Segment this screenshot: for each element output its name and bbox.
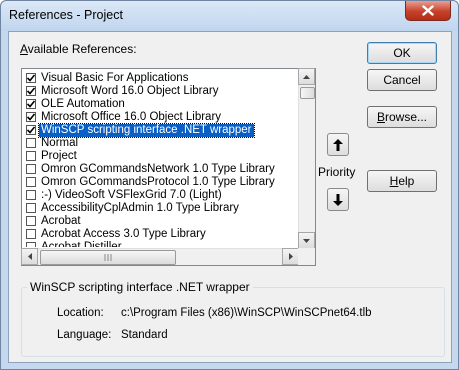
reference-list-item[interactable]: Microsoft Word 16.0 Object Library [23,85,299,98]
reference-item-label: Omron GCommandsProtocol 1.0 Type Library [41,176,275,188]
reference-list-item[interactable]: Acrobat [23,215,299,228]
horizontal-scrollbar[interactable] [21,248,299,265]
grip-icon [104,254,111,261]
close-button[interactable] [405,1,451,21]
reference-checkbox[interactable] [26,177,36,187]
arrow-up-icon [333,138,343,151]
location-value: c:\Program Files (x86)\WinSCP\WinSCPnet6… [121,307,372,319]
reference-list-item[interactable]: WinSCP scripting interface .NET wrapper [23,123,299,138]
language-label: Language: [57,329,112,341]
reference-item-label: Acrobat Distiller [41,241,122,247]
reference-checkbox[interactable] [26,242,36,247]
references-list: Visual Basic For Applications Microsoft W… [23,72,299,247]
reference-item-label: Omron GCommandsNetwork 1.0 Type Library [41,163,275,175]
available-references-label: Available References: [20,42,137,56]
scroll-right-arrow-icon [288,253,293,260]
reference-list-item[interactable]: AccessibilityCplAdmin 1.0 Type Library [23,202,299,215]
cancel-button[interactable]: Cancel [367,69,437,91]
details-group-title: WinSCP scripting interface .NET wrapper [27,280,253,294]
reference-checkbox[interactable] [26,138,36,148]
scroll-up-arrow-icon [303,74,310,79]
priority-label: Priority [318,165,356,179]
vertical-scrollbar[interactable] [298,68,315,249]
title-bar[interactable]: References - Project [1,1,458,31]
browse-button[interactable]: Browse... [367,106,437,128]
reference-list-item[interactable]: Omron GCommandsNetwork 1.0 Type Library [23,163,299,176]
horizontal-scroll-thumb[interactable] [40,250,176,265]
reference-checkbox[interactable] [26,73,36,83]
scroll-down-button[interactable] [298,232,315,249]
reference-item-label: Acrobat Access 3.0 Type Library [41,228,206,240]
reference-list-item[interactable]: Omron GCommandsProtocol 1.0 Type Library [23,176,299,189]
checkmark-icon [26,126,36,134]
location-label: Location: [57,307,104,319]
arrow-down-icon [333,193,343,206]
reference-checkbox[interactable] [26,216,36,226]
reference-checkbox[interactable] [26,99,36,109]
help-button[interactable]: Help [367,170,437,192]
reference-checkbox[interactable] [26,229,36,239]
reference-checkbox[interactable] [26,190,36,200]
reference-item-label: WinSCP scripting interface .NET wrapper [38,123,255,138]
reference-item-label: Microsoft Word 16.0 Object Library [41,85,219,97]
reference-item-label: :-) VideoSoft VSFlexGrid 7.0 (Light) [41,189,222,201]
checkmark-icon [26,113,36,121]
reference-item-label: Microsoft Office 16.0 Object Library [41,111,222,123]
ok-button[interactable]: OK [367,42,437,64]
reference-list-item[interactable]: OLE Automation [23,98,299,111]
scroll-up-button[interactable] [298,68,315,85]
reference-item-label: Normal [41,137,79,149]
reference-list-item[interactable]: Acrobat Distiller [23,241,299,247]
priority-down-button[interactable] [327,188,349,211]
checkmark-icon [26,74,36,82]
close-icon [422,5,434,16]
checkmark-icon [26,100,36,108]
scroll-thumb[interactable] [300,87,315,99]
reference-item-label: AccessibilityCplAdmin 1.0 Type Library [41,202,239,214]
reference-checkbox[interactable] [26,125,36,135]
window-title: References - Project [9,8,123,22]
scroll-down-arrow-icon [303,238,310,243]
reference-list-item[interactable]: Microsoft Office 16.0 Object Library [23,111,299,124]
scroll-left-button[interactable] [21,248,38,265]
reference-item-label: Acrobat [41,215,81,227]
reference-checkbox[interactable] [26,203,36,213]
scrollbar-corner [298,248,315,265]
reference-list-item[interactable]: Project [23,150,299,163]
reference-item-label: OLE Automation [41,98,125,110]
reference-checkbox[interactable] [26,86,36,96]
references-dialog: References - Project Available Reference… [0,0,459,370]
scroll-left-arrow-icon [27,253,32,260]
reference-list-item[interactable]: Normal [23,137,299,150]
reference-item-label: Project [41,150,77,162]
dialog-client-area: Available References: Visual Basic For A… [8,31,452,363]
reference-item-label: Visual Basic For Applications [41,72,189,84]
reference-list-item[interactable]: Acrobat Access 3.0 Type Library [23,228,299,241]
scroll-right-button[interactable] [282,248,299,265]
reference-checkbox[interactable] [26,112,36,122]
reference-list-item[interactable]: Visual Basic For Applications [23,72,299,85]
priority-up-button[interactable] [327,133,349,156]
reference-checkbox[interactable] [26,151,36,161]
reference-details-group: WinSCP scripting interface .NET wrapper … [21,280,445,357]
language-value: Standard [121,329,168,341]
references-listbox[interactable]: Visual Basic For Applications Microsoft W… [21,68,316,266]
checkmark-icon [26,87,36,95]
reference-list-item[interactable]: :-) VideoSoft VSFlexGrid 7.0 (Light) [23,189,299,202]
reference-checkbox[interactable] [26,164,36,174]
